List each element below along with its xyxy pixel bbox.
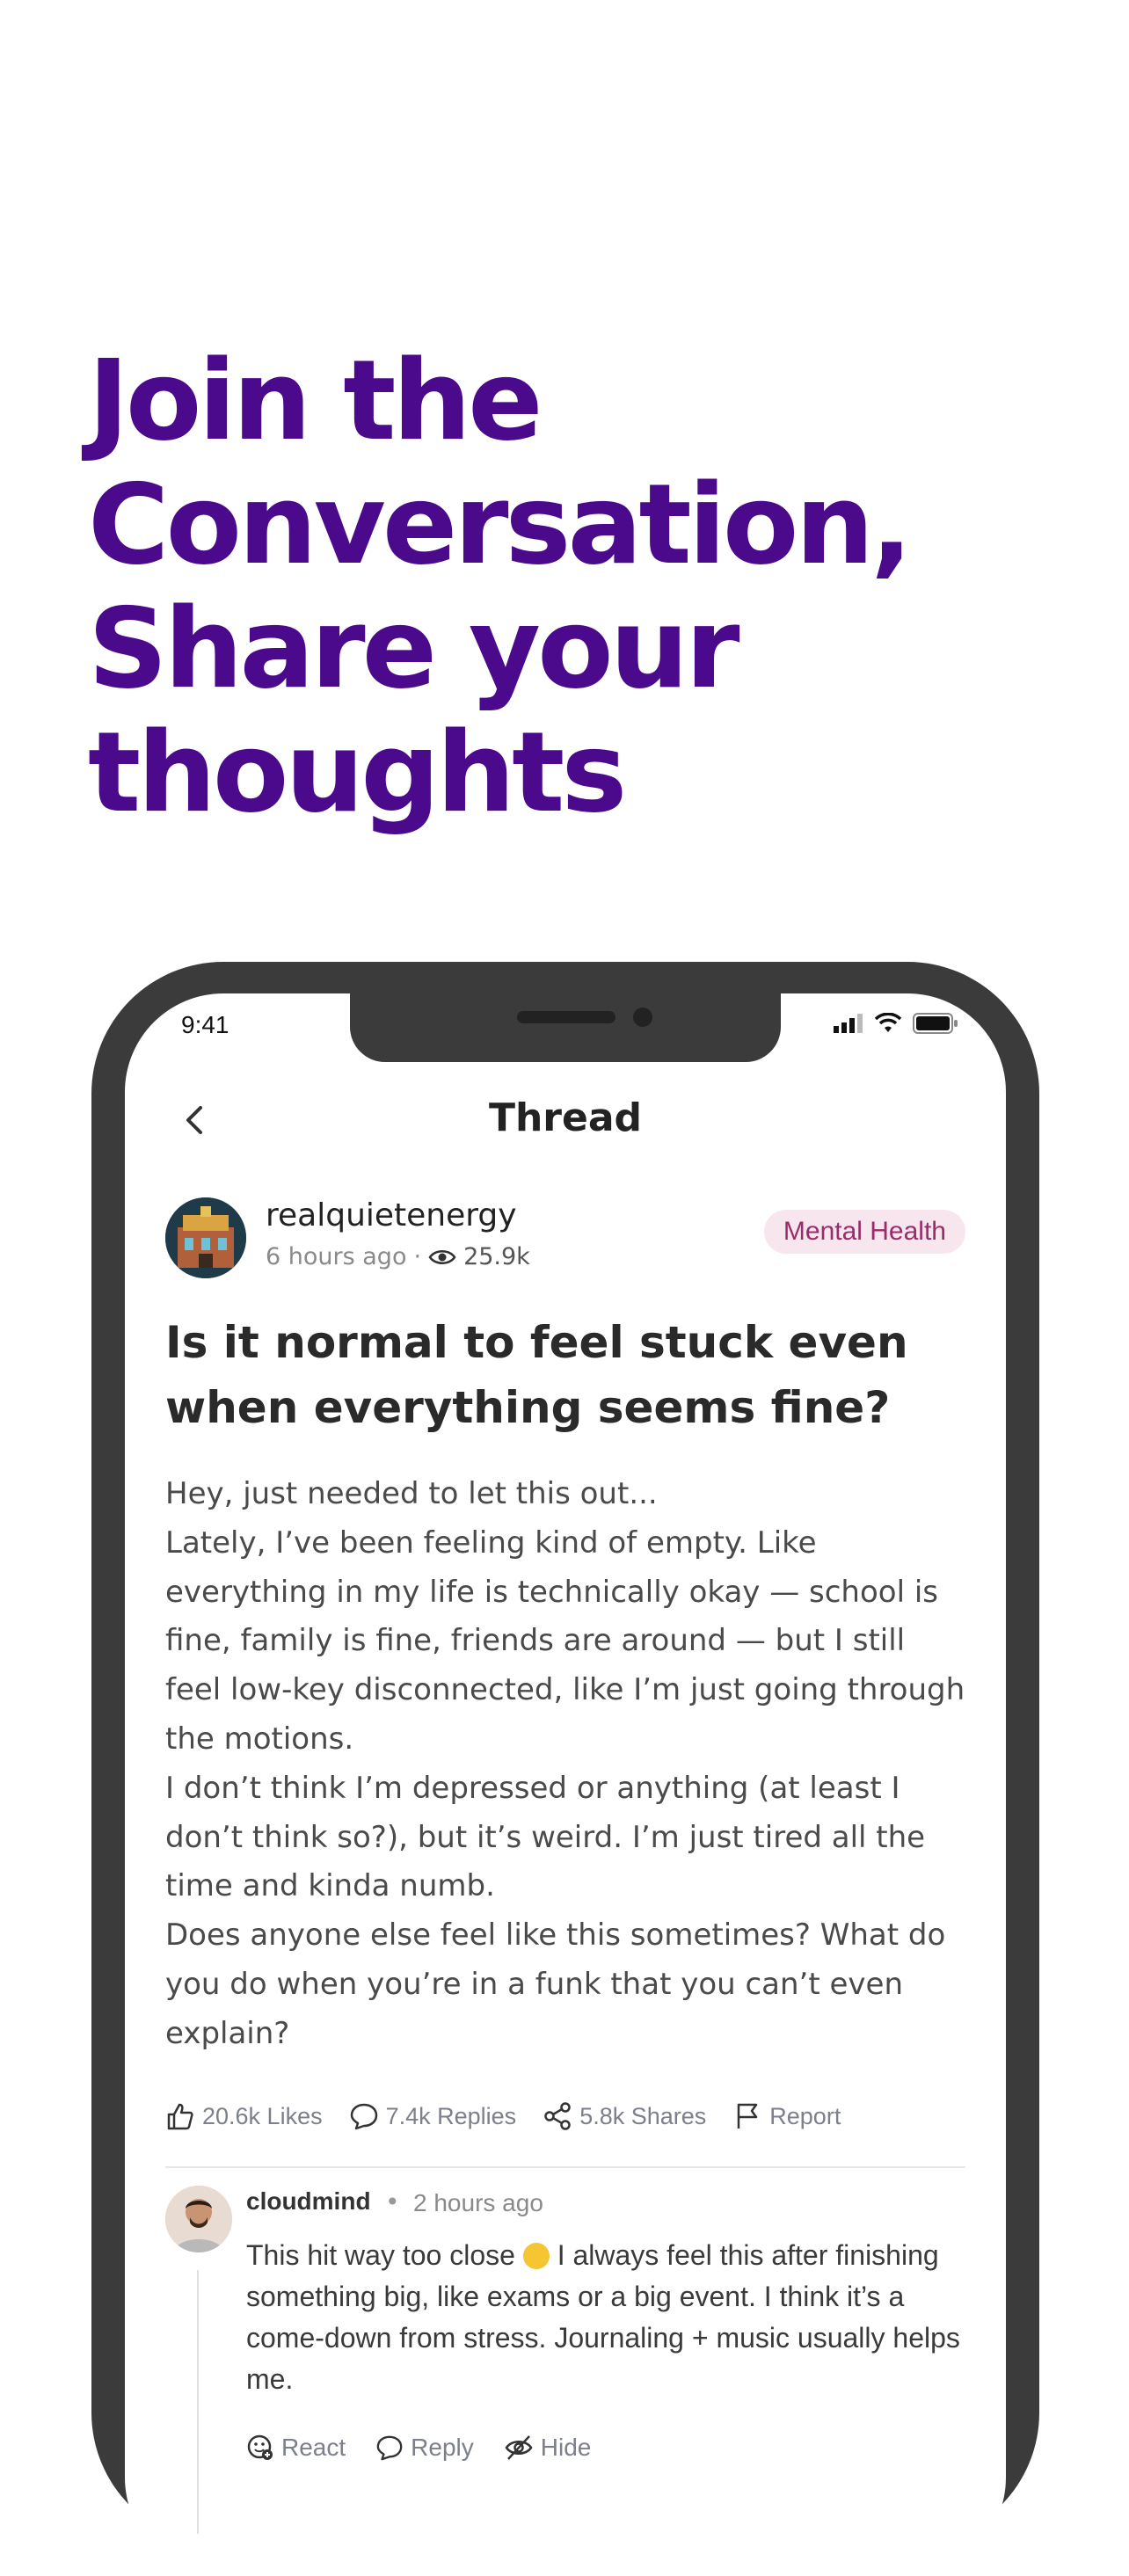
comment-time: 2 hours ago [413, 2189, 543, 2216]
top-bar: Thread [125, 1090, 1006, 1152]
post-paragraph: Does anyone else feel like this sometime… [165, 1917, 946, 2051]
reply-label: Reply [411, 2434, 474, 2461]
phone-frame: 9:41 Thread realquietenergy 6 hours ago … [91, 962, 1039, 2576]
status-icons [834, 1013, 958, 1034]
comment-avatar-image [165, 2186, 232, 2252]
comment-author[interactable]: cloudmind [246, 2187, 371, 2216]
hide-label: Hide [540, 2434, 592, 2461]
grinning-sweat-emoji-icon [522, 2243, 550, 2269]
speaker [517, 1011, 615, 1023]
page-title: Thread [488, 1095, 643, 1140]
post-paragraph: I don’t think I’m depressed or anything … [165, 1770, 926, 1904]
post-actions: 20.6k Likes 7.4k Replies 5.8k Shares Rep… [165, 2101, 965, 2131]
post-title: Is it normal to feel stuck even when eve… [165, 1317, 908, 1433]
comment-text: This hit way too close I always feel thi… [246, 2235, 967, 2400]
headline-line-3: Share your [88, 584, 739, 713]
camera [633, 1008, 652, 1027]
signal-icon [834, 1014, 863, 1033]
divider [165, 2166, 965, 2168]
category-tag[interactable]: Mental Health [763, 1210, 965, 1254]
post-meta: 6 hours ago · 25.9k [266, 1243, 530, 1270]
comment-dot: • [385, 2187, 400, 2216]
like-button[interactable]: 20.6k Likes [165, 2101, 323, 2131]
status-time: 9:41 [181, 1011, 229, 1038]
report-button[interactable]: Report [732, 2101, 841, 2131]
phone-screen: 9:41 Thread realquietenergy 6 hours ago … [125, 993, 1006, 2576]
thumbs-up-icon [167, 2103, 193, 2130]
shares-count: 5.8k Shares [579, 2102, 707, 2129]
headline-line-4: thoughts [88, 708, 627, 837]
chat-bubble-icon [376, 2435, 403, 2461]
hide-button[interactable]: Hide [504, 2434, 592, 2462]
post-time: 6 hours ago [266, 1243, 407, 1270]
battery-icon [913, 1013, 958, 1034]
share-icon [544, 2102, 571, 2130]
comment-actions: React Reply Hide [246, 2434, 591, 2462]
comment-text-part-1: This hit way too close [246, 2239, 515, 2271]
eye-off-icon [505, 2435, 533, 2460]
emoji-add-icon [247, 2434, 273, 2460]
wifi-icon [874, 1013, 902, 1032]
meta-separator: · [413, 1243, 422, 1270]
headline-line-2: Conversation, [88, 460, 913, 589]
chat-bubble-icon [350, 2103, 377, 2130]
hero-headline: Join the Conversation, Share your though… [88, 338, 1055, 834]
share-button[interactable]: 5.8k Shares [543, 2101, 706, 2131]
post-paragraph: Hey, just needed to let this out... [165, 1476, 658, 1511]
post-author[interactable]: realquietenergy [266, 1197, 517, 1233]
avatar[interactable] [165, 1197, 246, 1278]
react-label: React [281, 2434, 346, 2461]
post-paragraph: Lately, I’ve been feeling kind of empty.… [165, 1524, 965, 1757]
likes-count: 20.6k Likes [202, 2102, 323, 2129]
report-label: Report [769, 2102, 841, 2129]
eye-icon [428, 1249, 456, 1264]
post-body: Hey, just needed to let this out... Late… [165, 1470, 965, 2059]
replies-button[interactable]: 7.4k Replies [349, 2101, 517, 2131]
react-button[interactable]: React [246, 2434, 346, 2462]
headline-line-1: Join the [88, 336, 543, 465]
comment-avatar[interactable] [165, 2186, 232, 2252]
phone-notch [350, 993, 781, 1062]
reply-button[interactable]: Reply [375, 2434, 474, 2462]
avatar-image [165, 1197, 246, 1278]
replies-count: 7.4k Replies [385, 2102, 517, 2129]
flag-icon [738, 2103, 758, 2128]
thread-line [197, 2270, 199, 2534]
post-views: 25.9k [463, 1243, 530, 1270]
